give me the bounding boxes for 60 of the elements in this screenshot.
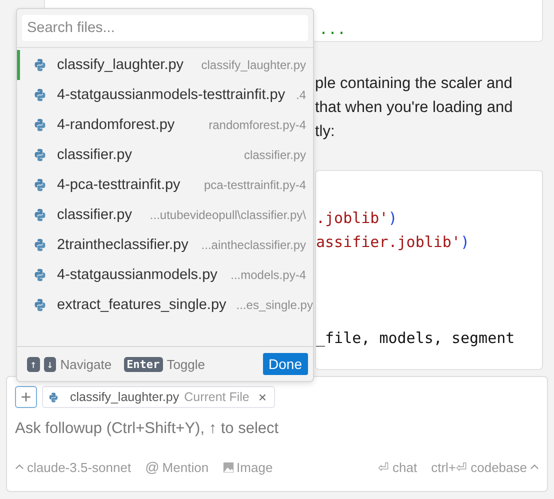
file-item[interactable]: 4-randomforest.py randomforest.py-4	[17, 110, 313, 140]
key-hint: ↑	[27, 356, 40, 372]
image-icon	[222, 462, 234, 472]
code-line: ...	[319, 20, 346, 38]
navigate-hint: Navigate	[60, 356, 112, 372]
file-name: 4-statgaussianmodels.py	[57, 267, 218, 283]
file-name: 4-randomforest.py	[57, 117, 175, 133]
key-hint: ↓	[44, 356, 56, 372]
file-path: classifier.py	[244, 148, 306, 162]
file-item[interactable]: 2traintheclassifier.py ...aintheclassifier.py	[17, 230, 313, 260]
file-item[interactable]: classifier.py classifier.py	[17, 140, 313, 170]
file-item[interactable]: 4-pca-testtrainfit.py pca-testtrainfit.py-4	[17, 170, 313, 200]
paragraph-line: ple containing the scaler and	[315, 74, 514, 94]
python-icon	[33, 118, 47, 132]
file-item[interactable]: 4-statgaussianmodels.py ...models.py-4	[17, 260, 313, 290]
file-name: 4-statgaussianmodels-testtrainfit.py	[57, 87, 286, 103]
close-button[interactable]: ×	[254, 389, 267, 405]
python-icon	[33, 208, 47, 222]
paragraph-line: tly:	[315, 122, 336, 142]
file-path: .4	[296, 88, 306, 102]
code-token: .joblib'	[316, 209, 388, 227]
code-token: assifier.joblib'	[316, 232, 460, 250]
file-path: randomforest.py-4	[208, 118, 306, 132]
key-hint: Enter	[124, 356, 163, 372]
file-name: classifier.py	[57, 147, 132, 163]
python-icon	[33, 298, 47, 312]
file-item[interactable]: classify_laughter.py classify_laughter.py	[17, 50, 313, 80]
file-item[interactable]: classifier.py ...utubevideopull\classifier.py\	[17, 200, 313, 230]
file-item[interactable]: 4-statgaussianmodels-testtrainfit.py .4	[17, 80, 313, 110]
python-icon	[33, 88, 47, 102]
python-icon	[33, 148, 47, 162]
file-path: ...utubevideopull\classifier.py\	[150, 208, 306, 222]
file-name: classify_laughter.py	[57, 57, 184, 73]
add-context-button[interactable]: +	[15, 386, 37, 408]
code-token: )	[460, 232, 470, 250]
file-name: classifier.py	[57, 207, 132, 223]
file-item[interactable]: extract_features_single.py ...es_single.py	[17, 290, 313, 320]
code-token: _file, models, segment	[316, 329, 515, 347]
file-path: classify_laughter.py	[201, 58, 306, 72]
caret-icon	[15, 464, 24, 470]
code-token: )	[388, 209, 398, 227]
chip-note: Current File	[184, 390, 250, 404]
python-icon	[33, 178, 47, 192]
python-icon	[33, 238, 47, 252]
toggle-hint: Toggle	[166, 356, 205, 372]
python-icon	[33, 268, 47, 282]
chip-filename: classify_laughter.py	[70, 390, 180, 404]
file-name: extract_features_single.py	[57, 297, 226, 313]
paragraph-line: that when you're loading and	[315, 98, 514, 118]
file-name: 4-pca-testtrainfit.py	[57, 177, 180, 193]
file-path: ...models.py-4	[230, 268, 306, 282]
python-icon	[33, 58, 47, 72]
file-path: pca-testtrainfit.py-4	[204, 178, 306, 192]
python-icon	[48, 392, 59, 402]
file-name: 2traintheclassifier.py	[57, 237, 188, 253]
done-button[interactable]: Done	[262, 353, 308, 375]
file-path: ...aintheclassifier.py	[201, 238, 306, 252]
file-path: ...es_single.py	[236, 298, 313, 312]
search-field[interactable]: Search files...	[22, 15, 308, 41]
caret-icon	[530, 464, 539, 470]
